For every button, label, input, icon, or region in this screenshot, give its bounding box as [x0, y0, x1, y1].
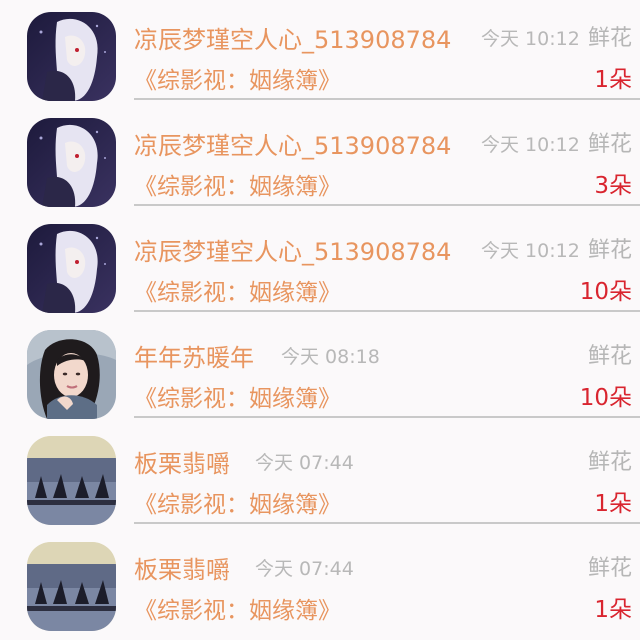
- book-title[interactable]: 《综影视：姻缘簿》: [134, 273, 341, 307]
- list-item[interactable]: 板栗翡嚼 今天 07:44 鲜花 《综影视：姻缘簿》 1朵: [0, 424, 640, 530]
- gift-count: 1朵: [594, 597, 632, 623]
- gift-type: 鲜花: [587, 238, 632, 263]
- gift-count: 10朵: [579, 279, 632, 305]
- gift-type: 鲜花: [587, 450, 632, 475]
- gift-count: 1朵: [594, 491, 632, 517]
- timestamp: 今天 10:12: [481, 28, 580, 50]
- avatar[interactable]: [27, 224, 116, 313]
- silhouette-avatar-icon: [27, 436, 116, 525]
- anime-avatar-icon: [27, 12, 116, 101]
- list-item[interactable]: 凉辰梦瑾空人心_513908784 今天 10:12 鲜花 《综影视：姻缘簿》 …: [0, 212, 640, 318]
- timestamp: 今天 10:12: [481, 240, 580, 262]
- gift-count: 3朵: [594, 173, 632, 199]
- avatar[interactable]: [27, 330, 116, 419]
- gift-type: 鲜花: [587, 132, 632, 157]
- list-item[interactable]: 凉辰梦瑾空人心_513908784 今天 10:12 鲜花 《综影视：姻缘簿》 …: [0, 106, 640, 212]
- timestamp: 今天 07:44: [255, 558, 354, 580]
- gift-record-list: 凉辰梦瑾空人心_513908784 今天 10:12 鲜花 《综影视：姻缘簿》 …: [0, 0, 640, 640]
- portrait-avatar-icon: [27, 330, 116, 419]
- timestamp: 今天 07:44: [255, 452, 354, 474]
- anime-avatar-icon: [27, 224, 116, 313]
- book-title[interactable]: 《综影视：姻缘簿》: [134, 485, 341, 519]
- list-item[interactable]: 板栗翡嚼 今天 07:44 鲜花 《综影视：姻缘簿》 1朵: [0, 530, 640, 636]
- timestamp: 今天 08:18: [281, 346, 380, 368]
- gift-count: 10朵: [579, 385, 632, 411]
- gift-type: 鲜花: [587, 344, 632, 369]
- user-name[interactable]: 板栗翡嚼: [134, 550, 230, 585]
- gift-count: 1朵: [594, 67, 632, 93]
- list-item[interactable]: 凉辰梦瑾空人心_513908784 今天 10:12 鲜花 《综影视：姻缘簿》 …: [0, 0, 640, 106]
- timestamp: 今天 10:12: [481, 134, 580, 156]
- book-title[interactable]: 《综影视：姻缘簿》: [134, 591, 341, 625]
- avatar[interactable]: [27, 118, 116, 207]
- gift-type: 鲜花: [587, 556, 632, 581]
- divider: [134, 310, 640, 312]
- divider: [134, 204, 640, 206]
- user-name[interactable]: 板栗翡嚼: [134, 444, 230, 479]
- list-item[interactable]: 年年苏暖年 今天 08:18 鲜花 《综影视：姻缘簿》 10朵: [0, 318, 640, 424]
- divider: [134, 98, 640, 100]
- avatar[interactable]: [27, 542, 116, 631]
- gift-type: 鲜花: [587, 26, 632, 51]
- book-title[interactable]: 《综影视：姻缘簿》: [134, 61, 341, 95]
- user-name[interactable]: 凉辰梦瑾空人心_513908784: [134, 232, 451, 267]
- book-title[interactable]: 《综影视：姻缘簿》: [134, 379, 341, 413]
- anime-avatar-icon: [27, 118, 116, 207]
- user-name[interactable]: 凉辰梦瑾空人心_513908784: [134, 20, 451, 55]
- divider: [134, 416, 640, 418]
- silhouette-avatar-icon: [27, 542, 116, 631]
- user-name[interactable]: 年年苏暖年: [134, 338, 254, 373]
- user-name[interactable]: 凉辰梦瑾空人心_513908784: [134, 126, 451, 161]
- book-title[interactable]: 《综影视：姻缘簿》: [134, 167, 341, 201]
- avatar[interactable]: [27, 12, 116, 101]
- avatar[interactable]: [27, 436, 116, 525]
- divider: [134, 522, 640, 524]
